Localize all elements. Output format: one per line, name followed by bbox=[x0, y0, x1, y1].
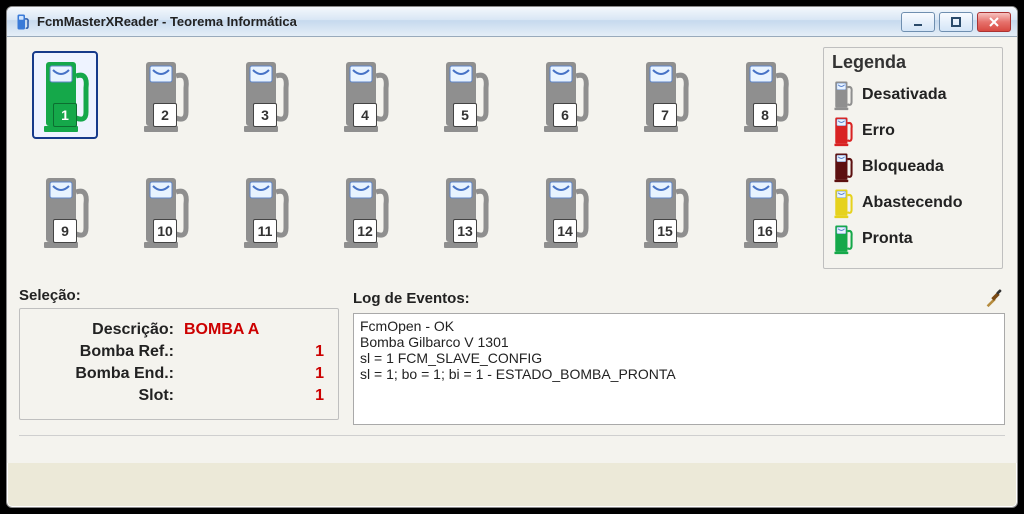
pump-number: 3 bbox=[253, 103, 277, 127]
log-title: Log de Eventos: bbox=[353, 290, 470, 307]
pump-3[interactable]: 3 bbox=[232, 51, 298, 139]
pump-4[interactable]: 4 bbox=[332, 51, 398, 139]
legend-item-bloqueada: Bloqueada bbox=[832, 149, 992, 185]
pump-number: 10 bbox=[153, 219, 177, 243]
pump-number: 9 bbox=[53, 219, 77, 243]
pump-15[interactable]: 15 bbox=[632, 167, 698, 255]
pump-grid: 1 2 3 4 5 6 bbox=[19, 47, 811, 269]
pump-number: 1 bbox=[53, 103, 77, 127]
pump-14[interactable]: 14 bbox=[532, 167, 598, 255]
pump-icon bbox=[832, 79, 854, 111]
app-window: FcmMasterXReader - Teorema Informática 1 bbox=[6, 6, 1018, 508]
selection-ref-label: Bomba Ref.: bbox=[34, 343, 174, 361]
pump-number: 7 bbox=[653, 103, 677, 127]
pump-icon bbox=[832, 223, 854, 255]
minimize-button[interactable] bbox=[901, 12, 935, 32]
selection-title: Seleção: bbox=[19, 287, 339, 304]
clear-log-button[interactable] bbox=[983, 287, 1005, 309]
log-textarea[interactable]: FcmOpen - OK Bomba Gilbarco V 1301 sl = … bbox=[353, 313, 1005, 425]
pump-number: 6 bbox=[553, 103, 577, 127]
legend-item-abastecendo: Abastecendo bbox=[832, 185, 992, 221]
selection-desc-value: BOMBA A bbox=[174, 321, 324, 339]
close-button[interactable] bbox=[977, 12, 1011, 32]
pump-number: 13 bbox=[453, 219, 477, 243]
pump-6[interactable]: 6 bbox=[532, 51, 598, 139]
pump-number: 4 bbox=[353, 103, 377, 127]
legend-label: Desativada bbox=[862, 86, 947, 104]
pump-9[interactable]: 9 bbox=[32, 167, 98, 255]
legend-label: Pronta bbox=[862, 230, 913, 248]
window-title: FcmMasterXReader - Teorema Informática bbox=[37, 14, 901, 29]
legend-item-desativada: Desativada bbox=[832, 77, 992, 113]
pump-1[interactable]: 1 bbox=[32, 51, 98, 139]
selection-ref-value: 1 bbox=[214, 343, 324, 361]
legend-label: Abastecendo bbox=[862, 194, 962, 212]
pump-number: 8 bbox=[753, 103, 777, 127]
pump-11[interactable]: 11 bbox=[232, 167, 298, 255]
pump-number: 5 bbox=[453, 103, 477, 127]
legend-label: Bloqueada bbox=[862, 158, 944, 176]
pump-number: 15 bbox=[653, 219, 677, 243]
selection-end-value: 1 bbox=[214, 365, 324, 383]
selection-panel: Seleção: Descrição: BOMBA A Bomba Ref.: … bbox=[19, 287, 339, 420]
pump-icon bbox=[832, 151, 854, 183]
content-area: 1 2 3 4 5 6 bbox=[7, 37, 1017, 463]
pump-2[interactable]: 2 bbox=[132, 51, 198, 139]
app-icon bbox=[13, 13, 31, 31]
selection-desc-label: Descrição: bbox=[34, 321, 174, 339]
legend-panel: Legenda Desativada Erro Bloqueada Abaste… bbox=[823, 47, 1003, 269]
log-panel: Log de Eventos: FcmOpen - OK Bomba Gilba… bbox=[353, 287, 1005, 425]
pump-number: 12 bbox=[353, 219, 377, 243]
selection-box: Descrição: BOMBA A Bomba Ref.: 1 Bomba E… bbox=[19, 308, 339, 420]
pump-icon bbox=[832, 187, 854, 219]
selection-slot-value: 1 bbox=[214, 387, 324, 405]
pump-13[interactable]: 13 bbox=[432, 167, 498, 255]
titlebar[interactable]: FcmMasterXReader - Teorema Informática bbox=[7, 7, 1017, 37]
legend-item-erro: Erro bbox=[832, 113, 992, 149]
pump-16[interactable]: 16 bbox=[732, 167, 798, 255]
pump-number: 2 bbox=[153, 103, 177, 127]
status-bar bbox=[19, 435, 1005, 457]
pump-8[interactable]: 8 bbox=[732, 51, 798, 139]
selection-slot-label: Slot: bbox=[34, 387, 174, 405]
pump-5[interactable]: 5 bbox=[432, 51, 498, 139]
legend-item-pronta: Pronta bbox=[832, 221, 992, 257]
legend-label: Erro bbox=[862, 122, 895, 140]
pump-icon bbox=[832, 115, 854, 147]
selection-end-label: Bomba End.: bbox=[34, 365, 174, 383]
pump-12[interactable]: 12 bbox=[332, 167, 398, 255]
pump-number: 14 bbox=[553, 219, 577, 243]
pump-number: 11 bbox=[253, 219, 277, 243]
pump-number: 16 bbox=[753, 219, 777, 243]
pump-7[interactable]: 7 bbox=[632, 51, 698, 139]
pump-10[interactable]: 10 bbox=[132, 167, 198, 255]
maximize-button[interactable] bbox=[939, 12, 973, 32]
window-buttons bbox=[901, 12, 1011, 32]
legend-title: Legenda bbox=[832, 52, 992, 73]
